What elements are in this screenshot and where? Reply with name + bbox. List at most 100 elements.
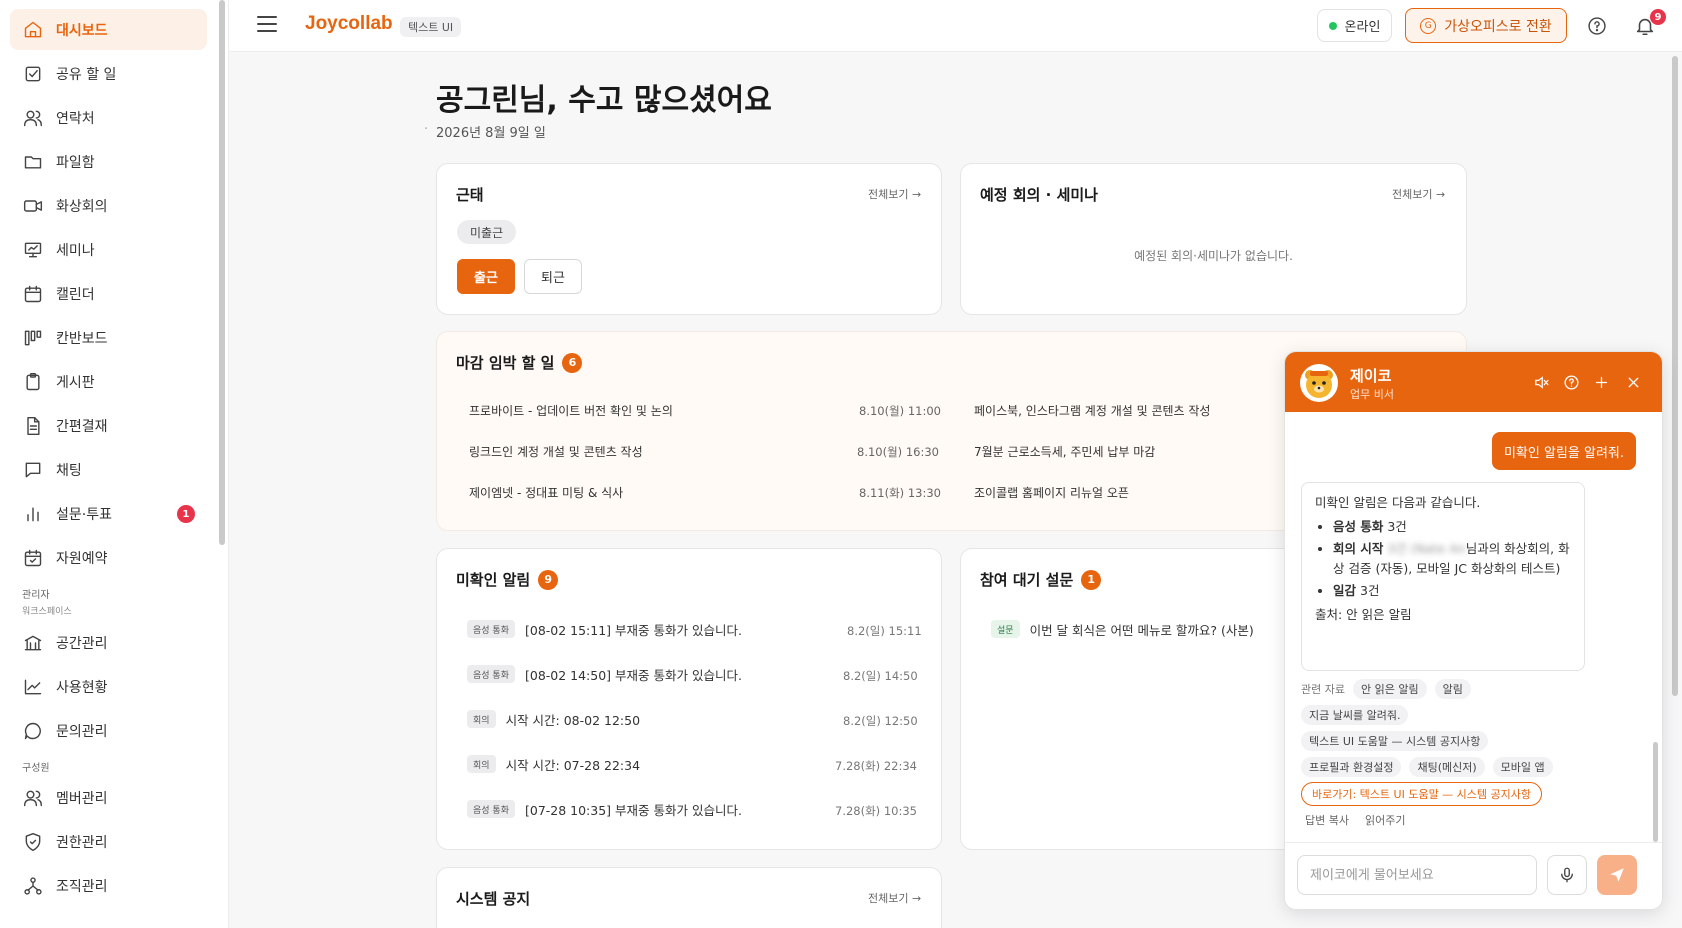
menu-icon[interactable]	[257, 16, 277, 36]
notification-item[interactable]: 회의 시작 시간: 08-02 12:50	[467, 707, 640, 731]
sidebar-item-survey[interactable]: 설문·투표 1	[10, 493, 207, 534]
plus-icon[interactable]	[1591, 372, 1611, 392]
ref-chip[interactable]: 알림	[1434, 679, 1471, 699]
chat-input[interactable]	[1297, 855, 1537, 895]
attendance-title: 근태	[456, 186, 484, 204]
close-icon[interactable]	[1623, 372, 1643, 392]
checkout-button[interactable]: 퇴근	[524, 259, 582, 294]
member-section-label: 구성원	[22, 763, 50, 774]
sidebar-item-calendar[interactable]: 캘린더	[10, 273, 207, 314]
brand-logo[interactable]: Joycollab	[305, 13, 393, 35]
attendance-view-all-link[interactable]: 전체보기 →	[868, 186, 921, 202]
chat-icon	[22, 459, 44, 481]
sidebar-item-members[interactable]: 멤버관리	[10, 777, 207, 818]
notification-item[interactable]: 음성 통화 [08-02 15:11] 부재중 통화가 있습니다.	[467, 617, 742, 641]
shortcut-chip[interactable]: 바로가기: 텍스트 UI 도움말 — 시스템 공지사항	[1301, 782, 1543, 806]
task-item[interactable]: 페이스북, 인스타그램 계정 개설 및 콘텐츠 작성	[974, 400, 1210, 420]
task-item[interactable]: 7월분 근로소득세, 주민세 납부 마감	[974, 441, 1155, 461]
deadline-count-badge: 6	[562, 352, 583, 373]
suggestion-chip[interactable]: 채팅(메신저)	[1409, 757, 1485, 777]
notification-text: [08-02 15:11] 부재중 통화가 있습니다.	[524, 622, 742, 638]
notification-badge: 9	[1650, 9, 1666, 25]
survey-title-text: 참여 대기 설문	[980, 571, 1074, 589]
chat-scrollbar[interactable]	[1653, 742, 1658, 842]
refs-label: 관련 자료	[1301, 683, 1345, 696]
checkbox-icon	[22, 63, 44, 85]
sidebar-item-kanban[interactable]: 칸반보드	[10, 317, 207, 358]
notification-text: [07-28 10:35] 부재중 통화가 있습니다.	[524, 802, 742, 818]
mute-icon[interactable]	[1531, 372, 1551, 392]
suggestion-chip[interactable]: 프로필과 환경설정	[1301, 757, 1402, 777]
sidebar-item-label: 칸반보드	[56, 330, 108, 347]
help-icon[interactable]	[1561, 372, 1581, 392]
online-status[interactable]: 온라인	[1317, 9, 1392, 42]
attendance-card: 근태 전체보기 → 미출근 출근 퇴근	[436, 163, 942, 315]
sidebar-item-approval[interactable]: 간편결재	[10, 405, 207, 446]
suggestion-chip[interactable]: 모바일 앱	[1492, 757, 1553, 777]
assistant-chat-panel: 제이코 업무 비서 미확인 알림을 알려줘. 미확인 알림은 다음과 같습니다.…	[1284, 351, 1663, 910]
sidebar-item-contacts[interactable]: 연락처	[10, 97, 207, 138]
workspace-sub-label: 워크스페이스	[22, 607, 72, 617]
sidebar-item-label: 세미나	[56, 242, 95, 259]
main-scrollbar[interactable]	[1672, 56, 1678, 696]
bot-source: 출처: 안 읽은 알림	[1315, 607, 1412, 622]
microphone-button[interactable]	[1547, 855, 1587, 895]
sidebar-item-chat[interactable]: 채팅	[10, 449, 207, 490]
sidebar-item-label: 조직관리	[56, 878, 108, 895]
checkin-button[interactable]: 출근	[457, 259, 515, 294]
sidebar-item-files[interactable]: 파일함	[10, 141, 207, 182]
assistant-message-bubble: 미확인 알림은 다음과 같습니다. 음성 통화 3건 회의 시작 3건 (Nat…	[1301, 482, 1585, 671]
suggestion-chip[interactable]: 지금 날씨를 알려줘.	[1301, 705, 1409, 725]
bot-list: 음성 통화 3건 회의 시작 3건 (Nate An님과의 화상회의, 화상 검…	[1333, 517, 1571, 601]
sidebar-item-video-meeting[interactable]: 화상회의	[10, 185, 207, 226]
task-item[interactable]: 제이엠넷 - 정대표 미팅 & 식사	[469, 482, 623, 502]
send-button[interactable]	[1597, 855, 1637, 895]
bar-chart-icon	[22, 503, 44, 525]
sidebar-item-space-admin[interactable]: 공간관리	[10, 622, 207, 663]
notification-item[interactable]: 음성 통화 [07-28 10:35] 부재중 통화가 있습니다.	[467, 797, 742, 821]
notice-view-all-link[interactable]: 전체보기 →	[868, 890, 921, 906]
ref-chip[interactable]: 안 읽은 알림	[1352, 679, 1427, 699]
unread-title-text: 미확인 알림	[456, 571, 531, 589]
sidebar-scrollbar[interactable]	[219, 0, 225, 545]
task-date: 8.10(월) 11:00	[859, 404, 941, 418]
assistant-name: 제이코	[1350, 367, 1392, 385]
sidebar-item-dashboard[interactable]: 대시보드	[10, 9, 207, 50]
sidebar-item-shared-tasks[interactable]: 공유 할 일	[10, 53, 207, 94]
notification-item[interactable]: 음성 통화 [08-02 14:50] 부재중 통화가 있습니다.	[467, 662, 742, 686]
sidebar-item-reservation[interactable]: 자원예약	[10, 537, 207, 578]
task-item[interactable]: 프로바이트 - 업데이트 버전 확인 및 논의	[469, 400, 673, 420]
task-item[interactable]: 조이콜랩 홈페이지 리뉴얼 오픈	[974, 482, 1129, 502]
notification-time: 7.28(화) 22:34	[835, 759, 917, 773]
survey-item[interactable]: 설문 이번 달 회식은 어떤 메뉴로 할까요? (사본)	[991, 617, 1254, 641]
sidebar-item-label: 문의관리	[56, 723, 108, 740]
notification-item[interactable]: 회의 시작 시간: 07-28 22:34	[467, 752, 640, 776]
meetings-view-all-link[interactable]: 전체보기 →	[1392, 186, 1445, 202]
read-aloud-link[interactable]: 읽어주기	[1365, 812, 1405, 828]
sidebar-item-label: 멤버관리	[56, 790, 108, 807]
shield-icon	[22, 831, 44, 853]
blurred-name: 3건 (Nate An	[1387, 541, 1466, 556]
sidebar-item-label: 권한관리	[56, 834, 108, 851]
notification-time: 8.2(일) 12:50	[843, 714, 918, 728]
user-message-bubble: 미확인 알림을 알려줘.	[1491, 432, 1636, 470]
survey-count-badge: 1	[177, 505, 195, 523]
sidebar-item-seminar[interactable]: 세미나	[10, 229, 207, 270]
task-item[interactable]: 링크드인 계정 개설 및 콘텐츠 작성	[469, 441, 643, 461]
sidebar-item-label: 대시보드	[56, 22, 108, 39]
sidebar-item-board[interactable]: 게시판	[10, 361, 207, 402]
virtual-office-button[interactable]: G 가상오피스로 전환	[1405, 8, 1567, 43]
sidebar-item-permissions[interactable]: 권한관리	[10, 821, 207, 862]
notification-tag: 회의	[467, 755, 496, 773]
page-title: 공그린님, 수고 많으셨어요	[436, 83, 772, 118]
help-icon[interactable]	[1587, 16, 1607, 36]
suggestion-chip[interactable]: 텍스트 UI 도움말 — 시스템 공지사항	[1301, 731, 1489, 751]
sidebar-item-organization[interactable]: 조직관리	[10, 865, 207, 906]
sidebar-item-label: 화상회의	[56, 198, 108, 215]
copy-answer-link[interactable]: 답변 복사	[1305, 812, 1349, 828]
sidebar-item-usage[interactable]: 사용현황	[10, 666, 207, 707]
survey-text: 이번 달 회식은 어떤 메뉴로 할까요? (사본)	[1029, 622, 1254, 638]
survey-title: 참여 대기 설문 1	[980, 569, 1102, 590]
sidebar-item-label: 캘린더	[56, 286, 95, 303]
sidebar-item-inquiry[interactable]: 문의관리	[10, 710, 207, 751]
